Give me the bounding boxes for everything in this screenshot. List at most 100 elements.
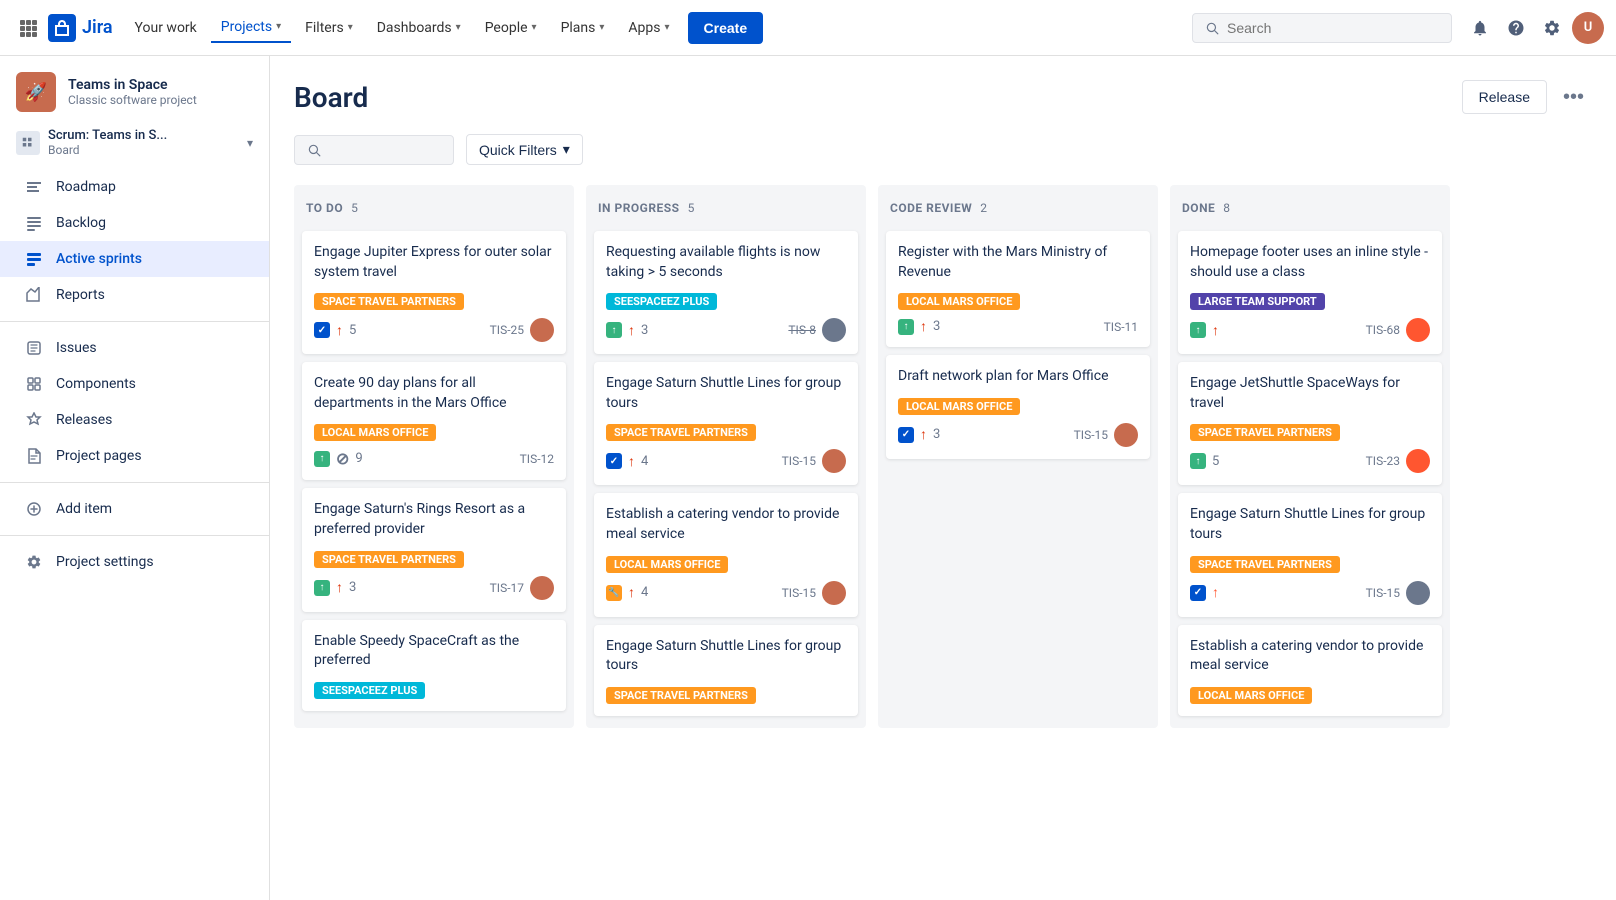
priority-up-icon: ↑ xyxy=(1212,584,1219,601)
card-partial-done[interactable]: Establish a catering vendor to provide m… xyxy=(1178,625,1442,716)
card-tis-17[interactable]: Engage Saturn's Rings Resort as a prefer… xyxy=(302,488,566,611)
apps-chevron: ▾ xyxy=(665,22,670,33)
backlog-icon xyxy=(24,213,44,233)
card-avatar xyxy=(822,581,846,605)
card-id: TIS-23 xyxy=(1366,454,1400,468)
sidebar-item-issues[interactable]: Issues xyxy=(0,330,269,366)
sidebar-item-backlog[interactable]: Backlog xyxy=(0,205,269,241)
card-title: Create 90 day plans for all departments … xyxy=(314,374,554,413)
add-icon xyxy=(24,499,44,519)
create-button[interactable]: Create xyxy=(688,12,764,44)
column-inprogress-count: 5 xyxy=(688,201,695,215)
card-label: LOCAL MARS OFFICE xyxy=(1190,687,1312,704)
card-label: SPACE TRAVEL PARTNERS xyxy=(606,424,756,441)
card-tis-8[interactable]: Requesting available flights is now taki… xyxy=(594,231,858,354)
column-inprogress: IN PROGRESS 5 Requesting available fligh… xyxy=(586,185,866,728)
card-id: TIS-68 xyxy=(1366,323,1400,337)
column-todo-title: TO DO xyxy=(306,201,343,215)
column-inprogress-title: IN PROGRESS xyxy=(598,201,680,215)
nav-filters[interactable]: Filters ▾ xyxy=(295,14,363,42)
card-label: SPACE TRAVEL PARTNERS xyxy=(314,551,464,568)
sidebar-item-reports[interactable]: Reports xyxy=(0,277,269,313)
priority-icon: ↑ xyxy=(1212,322,1219,339)
card-label: SPACE TRAVEL PARTNERS xyxy=(314,293,464,310)
card-tis-11[interactable]: Register with the Mars Ministry of Reven… xyxy=(886,231,1150,347)
nav-apps[interactable]: Apps ▾ xyxy=(618,14,679,42)
settings-nav-icon xyxy=(24,552,44,572)
card-count: 9 xyxy=(355,451,362,466)
components-icon xyxy=(24,374,44,394)
quick-filters-button[interactable]: Quick Filters ▾ xyxy=(466,134,583,165)
nav-projects[interactable]: Projects ▾ xyxy=(211,13,291,43)
card-title: Establish a catering vendor to provide m… xyxy=(606,505,846,544)
priority-high-icon: ↑ xyxy=(628,322,635,339)
grid-icon[interactable] xyxy=(12,12,44,44)
search-bar[interactable] xyxy=(1192,13,1452,43)
project-name: Teams in Space xyxy=(68,77,253,93)
card-tis-15-done[interactable]: Engage Saturn Shuttle Lines for group to… xyxy=(1178,493,1442,616)
column-done-header: DONE 8 xyxy=(1178,197,1442,223)
card-partial-inprog[interactable]: Engage Saturn Shuttle Lines for group to… xyxy=(594,625,858,716)
sidebar-item-project-pages[interactable]: Project pages xyxy=(0,438,269,474)
priority-high-icon: ↑ xyxy=(920,318,927,335)
card-footer: ↑ ↑ TIS-68 xyxy=(1190,318,1430,342)
card-title: Register with the Mars Ministry of Reven… xyxy=(898,243,1138,282)
card-label: SEESPACEEZ PLUS xyxy=(314,682,425,699)
filter-search[interactable] xyxy=(294,135,454,165)
card-tis-15-inprog[interactable]: Engage Saturn Shuttle Lines for group to… xyxy=(594,362,858,485)
card-count: 3 xyxy=(933,319,940,334)
filters-chevron: ▾ xyxy=(348,22,353,33)
card-id: TIS-15 xyxy=(1366,586,1400,600)
card-label: SPACE TRAVEL PARTNERS xyxy=(1190,424,1340,441)
card-id: TIS-12 xyxy=(520,452,554,466)
card-tis-25[interactable]: Engage Jupiter Express for outer solar s… xyxy=(302,231,566,354)
card-tis-68[interactable]: Homepage footer uses an inline style - s… xyxy=(1178,231,1442,354)
sidebar-item-roadmap[interactable]: Roadmap xyxy=(0,169,269,205)
story-icon: ↑ xyxy=(314,580,330,596)
user-avatar[interactable]: U xyxy=(1572,12,1604,44)
sidebar-item-releases[interactable]: Releases xyxy=(0,402,269,438)
card-count: 5 xyxy=(1212,454,1219,469)
settings-button[interactable] xyxy=(1536,12,1568,44)
notifications-button[interactable] xyxy=(1464,12,1496,44)
board-title: Board xyxy=(294,81,368,114)
board-filters: Quick Filters ▾ xyxy=(294,134,1592,165)
card-footer: ✓ ↑ 5 TIS-25 xyxy=(314,318,554,342)
sidebar-scrum-header[interactable]: Scrum: Teams in S... Board ▾ xyxy=(0,120,269,165)
wrench-icon: 🔧 xyxy=(606,585,622,601)
sidebar-item-components[interactable]: Components xyxy=(0,366,269,402)
card-label: LOCAL MARS OFFICE xyxy=(898,398,1020,415)
story-icon: ↑ xyxy=(314,451,330,467)
card-tis-23[interactable]: Engage JetShuttle SpaceWays for travel S… xyxy=(1178,362,1442,485)
card-tis-15-draft[interactable]: Draft network plan for Mars Office LOCAL… xyxy=(886,355,1150,459)
roadmap-icon xyxy=(24,177,44,197)
nav-plans[interactable]: Plans ▾ xyxy=(551,14,615,42)
filter-input[interactable] xyxy=(329,142,439,158)
card-title: Draft network plan for Mars Office xyxy=(898,367,1138,387)
card-footer: ↑ ↑ 3 TIS-8 xyxy=(606,318,846,342)
sidebar-item-project-settings[interactable]: Project settings xyxy=(0,544,269,580)
card-tis-12[interactable]: Create 90 day plans for all departments … xyxy=(302,362,566,480)
card-footer: ↑ ⊘ 9 TIS-12 xyxy=(314,449,554,468)
card-id: TIS-15 xyxy=(1074,428,1108,442)
jira-logo[interactable]: Jira xyxy=(48,14,113,42)
release-button[interactable]: Release xyxy=(1462,80,1547,114)
priority-high-icon: ↑ xyxy=(336,322,343,339)
sidebar-divider-3 xyxy=(0,535,269,536)
card-avatar xyxy=(1114,423,1138,447)
sidebar-nav: Roadmap Backlog Active sprints xyxy=(0,165,269,584)
priority-high-icon: ↑ xyxy=(628,453,635,470)
nav-people[interactable]: People ▾ xyxy=(475,14,547,42)
project-type: Classic software project xyxy=(68,93,253,107)
main-content: Board Release ••• Quick Filters ▾ xyxy=(270,56,1616,900)
nav-your-work[interactable]: Your work xyxy=(125,14,207,42)
more-options-button[interactable]: ••• xyxy=(1555,82,1592,113)
card-tis-15-catering[interactable]: Establish a catering vendor to provide m… xyxy=(594,493,858,616)
nav-dashboards[interactable]: Dashboards ▾ xyxy=(367,14,471,42)
help-button[interactable] xyxy=(1500,12,1532,44)
quick-filters-chevron: ▾ xyxy=(563,141,570,158)
sidebar-item-active-sprints[interactable]: Active sprints xyxy=(0,241,269,277)
card-partial-todo[interactable]: Enable Speedy SpaceCraft as the preferre… xyxy=(302,620,566,711)
search-input[interactable] xyxy=(1227,20,1427,36)
sidebar-item-add-item[interactable]: Add item xyxy=(0,491,269,527)
